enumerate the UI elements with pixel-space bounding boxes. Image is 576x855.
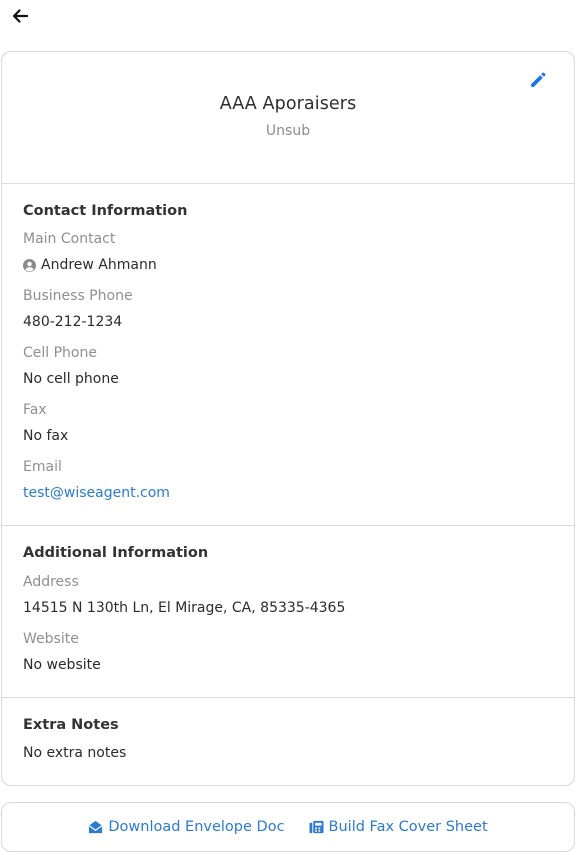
company-name: AAA Aporaisers	[219, 94, 357, 114]
section-title: Extra Notes	[23, 717, 119, 733]
status-text: Unsub	[265, 123, 311, 139]
edit-button[interactable]	[527, 70, 547, 90]
extra-notes-section: Extra Notes No extra notes	[2, 698, 574, 784]
extra-notes-value: No extra notes	[23, 745, 127, 761]
contact-card: AAA Aporaisers Unsub Contact Information…	[1, 51, 575, 786]
fax-value: No fax	[23, 428, 69, 444]
main-contact-name: Andrew Ahmann	[41, 257, 157, 273]
address-value: 14515 N 130th Ln, El Mirage, CA, 85335-4…	[23, 600, 346, 616]
cell-phone-value: No cell phone	[23, 371, 119, 387]
main-contact-value: Andrew Ahmann	[23, 257, 157, 273]
fax-icon	[309, 820, 324, 834]
download-envelope-button[interactable]: Download Envelope Doc	[88, 819, 285, 835]
website-value: No website	[23, 657, 101, 673]
contact-information-section: Contact Information Main Contact Andrew …	[2, 184, 574, 526]
section-title: Additional Information	[23, 545, 209, 561]
pencil-icon	[530, 72, 545, 87]
arrow-left-icon	[12, 9, 28, 23]
section-title: Contact Information	[23, 203, 188, 219]
fax-label: Fax	[23, 402, 47, 418]
additional-information-section: Additional Information Address 14515 N 1…	[2, 526, 574, 698]
build-fax-cover-label: Build Fax Cover Sheet	[328, 819, 488, 835]
address-label: Address	[23, 574, 79, 590]
action-bar: Download Envelope Doc Build Fax Cover Sh…	[1, 802, 575, 852]
download-envelope-label: Download Envelope Doc	[108, 819, 285, 835]
business-phone-value: 480-212-1234	[23, 314, 123, 330]
user-circle-icon	[23, 258, 36, 272]
email-label: Email	[23, 459, 62, 475]
email-link[interactable]: test@wiseagent.com	[23, 485, 170, 501]
build-fax-cover-button[interactable]: Build Fax Cover Sheet	[309, 819, 488, 835]
main-contact-label: Main Contact	[23, 231, 116, 247]
business-phone-label: Business Phone	[23, 288, 133, 304]
card-header: AAA Aporaisers Unsub	[2, 52, 574, 184]
back-button[interactable]	[10, 6, 30, 26]
cell-phone-label: Cell Phone	[23, 345, 97, 361]
envelope-open-icon	[88, 820, 103, 834]
website-label: Website	[23, 631, 79, 647]
